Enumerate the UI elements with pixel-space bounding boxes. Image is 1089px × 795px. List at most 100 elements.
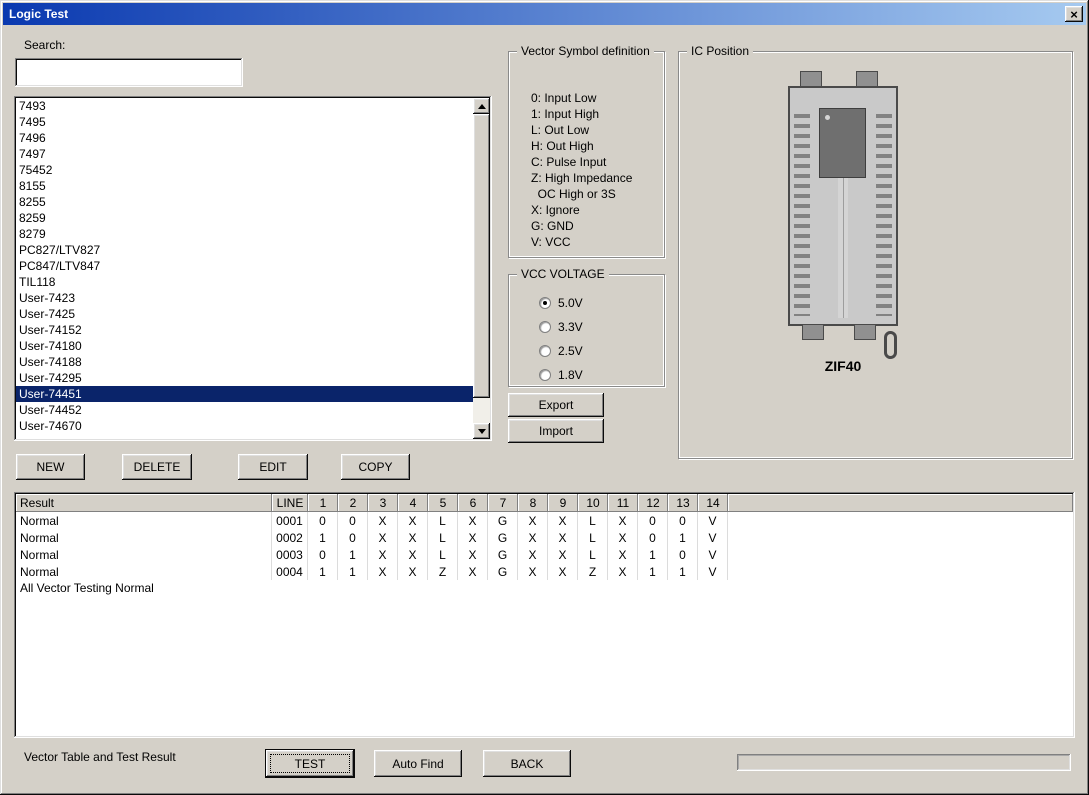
list-item[interactable]: 8279 [16,226,473,242]
line-cell: 0002 [272,529,308,546]
vcc-option-1.8V[interactable]: 1.8V [539,363,583,387]
vector-cell: 1 [668,563,698,580]
new-button[interactable]: NEW [16,454,85,480]
vector-cell: X [518,546,548,563]
column-header[interactable]: Result [16,494,272,512]
list-item[interactable]: 8259 [16,210,473,226]
vector-symbol-line: OC High or 3S [531,186,632,202]
vector-cell: 0 [638,529,668,546]
back-button[interactable]: BACK [483,750,571,777]
vcc-option-3.3V[interactable]: 3.3V [539,315,583,339]
column-header[interactable]: 5 [428,494,458,512]
vector-cell: X [398,529,428,546]
close-button[interactable]: × [1065,6,1083,22]
scroll-down-icon [478,429,486,434]
vector-cell: 1 [308,529,338,546]
list-item[interactable]: User-74295 [16,370,473,386]
radio-icon [539,369,551,381]
result-table-body: Normal000100XXLXGXXLX00VNormal000210XXLX… [16,512,1073,736]
radio-icon [539,345,551,357]
list-item[interactable]: PC827/LTV827 [16,242,473,258]
delete-button[interactable]: DELETE [122,454,192,480]
vcc-option-label: 2.5V [558,344,583,358]
vector-cell: X [458,512,488,529]
vector-cell: X [368,546,398,563]
list-item[interactable]: User-7425 [16,306,473,322]
column-header[interactable]: 9 [548,494,578,512]
result-row[interactable]: Normal000100XXLXGXXLX00V [16,512,1073,529]
result-row[interactable]: Normal000411XXZXGXXZX11V [16,563,1073,580]
vector-cell: X [548,529,578,546]
vector-cell: Z [428,563,458,580]
test-button[interactable]: TEST [266,750,354,777]
vector-cell: L [578,512,608,529]
vcc-voltage-group: VCC VOLTAGE 5.0V3.3V2.5V1.8V [508,274,665,387]
list-item[interactable]: User-74152 [16,322,473,338]
ic-position-group-title: IC Position [687,44,753,58]
list-item[interactable]: User-74452 [16,402,473,418]
column-header[interactable]: LINE [272,494,308,512]
list-item[interactable]: User-74188 [16,354,473,370]
list-item[interactable]: User-74670 [16,418,473,434]
vector-cell: X [398,563,428,580]
scroll-thumb[interactable] [473,114,490,398]
column-header[interactable]: 12 [638,494,668,512]
search-input[interactable] [15,58,243,87]
scroll-up-icon [478,104,486,109]
column-header[interactable]: 4 [398,494,428,512]
vector-cell: X [458,546,488,563]
socket-lever-icon [884,331,897,359]
vector-cell: 0 [338,512,368,529]
list-item[interactable]: User-74451 [16,386,473,402]
column-header[interactable]: 11 [608,494,638,512]
list-item[interactable]: 8155 [16,178,473,194]
copy-button[interactable]: COPY [341,454,410,480]
list-scrollbar[interactable] [473,98,490,439]
vector-cell: 1 [308,563,338,580]
import-button[interactable]: Import [508,419,604,443]
vector-cell: X [548,512,578,529]
vector-cell: X [368,529,398,546]
column-header[interactable]: 3 [368,494,398,512]
list-item[interactable]: 7495 [16,114,473,130]
scroll-up-button[interactable] [473,98,490,114]
column-header[interactable]: 2 [338,494,368,512]
column-header[interactable]: 13 [668,494,698,512]
title-bar[interactable]: Logic Test × [3,3,1086,25]
socket-pin-slots-right [876,114,892,316]
ic-list: 7493749574967497754528155825582598279PC8… [16,98,473,439]
column-header[interactable]: 7 [488,494,518,512]
list-item[interactable]: 8255 [16,194,473,210]
result-cell: Normal [16,512,272,529]
column-header[interactable]: 1 [308,494,338,512]
vector-cell: 0 [338,529,368,546]
result-table-header: ResultLINE1234567891011121314 [16,494,1073,512]
list-item[interactable]: User-74180 [16,338,473,354]
vector-cell: X [548,563,578,580]
list-item[interactable]: 7496 [16,130,473,146]
column-header[interactable]: 6 [458,494,488,512]
list-item[interactable]: 7493 [16,98,473,114]
export-button[interactable]: Export [508,393,604,417]
column-header[interactable]: 8 [518,494,548,512]
socket-label: ZIF40 [773,358,913,374]
scroll-down-button[interactable] [473,423,490,439]
column-header[interactable]: 10 [578,494,608,512]
vcc-option-2.5V[interactable]: 2.5V [539,339,583,363]
vector-symbol-line: H: Out High [531,138,632,154]
list-item[interactable]: 7497 [16,146,473,162]
auto-find-button[interactable]: Auto Find [374,750,462,777]
vector-cell: X [458,563,488,580]
vector-symbol-line: L: Out Low [531,122,632,138]
list-item[interactable]: TIL118 [16,274,473,290]
ic-listbox: 7493749574967497754528155825582598279PC8… [14,96,492,441]
column-header[interactable]: 14 [698,494,728,512]
list-item[interactable]: PC847/LTV847 [16,258,473,274]
result-row[interactable]: Normal000301XXLXGXXLX10V [16,546,1073,563]
list-item[interactable]: User-7423 [16,290,473,306]
edit-button[interactable]: EDIT [238,454,308,480]
vcc-option-5.0V[interactable]: 5.0V [539,291,583,315]
result-row[interactable]: Normal000210XXLXGXXLX01V [16,529,1073,546]
list-item[interactable]: 75452 [16,162,473,178]
vector-cell: X [518,529,548,546]
